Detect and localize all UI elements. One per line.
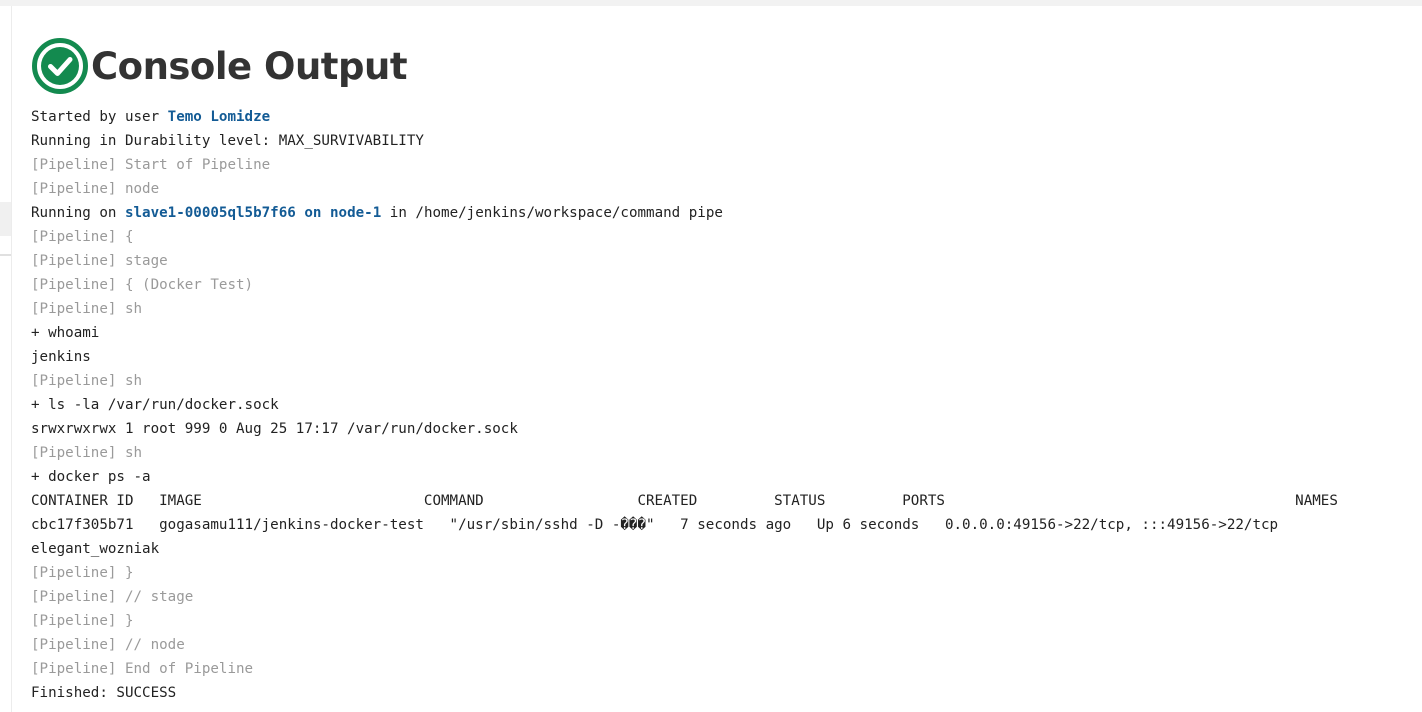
side-panel-item[interactable] bbox=[0, 202, 11, 236]
pipeline-line: [Pipeline] sh bbox=[31, 373, 143, 389]
pipeline-line: [Pipeline] } bbox=[31, 565, 134, 581]
side-panel-divider bbox=[0, 254, 11, 256]
success-check-icon bbox=[32, 38, 88, 94]
top-bar bbox=[0, 0, 1422, 6]
side-panel-edge bbox=[0, 6, 12, 712]
docker-table-header: CONTAINER ID IMAGE COMMAND CREATED STATU… bbox=[31, 493, 1338, 509]
agent-link[interactable]: slave1-00005ql5b7f66 on node-1 bbox=[125, 205, 381, 221]
pipeline-line: [Pipeline] { bbox=[31, 229, 134, 245]
pipeline-line: [Pipeline] sh bbox=[31, 301, 143, 317]
page-header: Console Output bbox=[31, 37, 408, 95]
docker-table-row-wrap: elegant_wozniak bbox=[31, 541, 160, 557]
console-output: Started by user Temo Lomidze Running in D… bbox=[31, 105, 1338, 705]
docker-table-row: cbc17f305b71 gogasamu111/jenkins-docker-… bbox=[31, 517, 1279, 533]
pipeline-line: [Pipeline] // node bbox=[31, 637, 185, 653]
console-line: Started by user Temo Lomidze bbox=[31, 109, 271, 125]
pipeline-line: [Pipeline] { (Docker Test) bbox=[31, 277, 254, 293]
pipeline-line: [Pipeline] sh bbox=[31, 445, 143, 461]
pipeline-line: [Pipeline] } bbox=[31, 613, 134, 629]
pipeline-line: [Pipeline] stage bbox=[31, 253, 168, 269]
console-line: srwxrwxrwx 1 root 999 0 Aug 25 17:17 /va… bbox=[31, 421, 518, 437]
pipeline-line: [Pipeline] node bbox=[31, 181, 160, 197]
pipeline-line: [Pipeline] Start of Pipeline bbox=[31, 157, 271, 173]
pipeline-line: [Pipeline] End of Pipeline bbox=[31, 661, 254, 677]
finished-status-line: Finished: SUCCESS bbox=[31, 685, 177, 701]
user-link[interactable]: Temo Lomidze bbox=[168, 109, 271, 125]
console-line: Running on slave1-00005ql5b7f66 on node-… bbox=[31, 205, 723, 221]
page-title: Console Output bbox=[91, 44, 408, 88]
console-line: + whoami bbox=[31, 325, 100, 341]
console-line: jenkins bbox=[31, 349, 91, 365]
console-line: + ls -la /var/run/docker.sock bbox=[31, 397, 279, 413]
console-line: + docker ps -a bbox=[31, 469, 151, 485]
console-line: Running in Durability level: MAX_SURVIVA… bbox=[31, 133, 424, 149]
pipeline-line: [Pipeline] // stage bbox=[31, 589, 194, 605]
